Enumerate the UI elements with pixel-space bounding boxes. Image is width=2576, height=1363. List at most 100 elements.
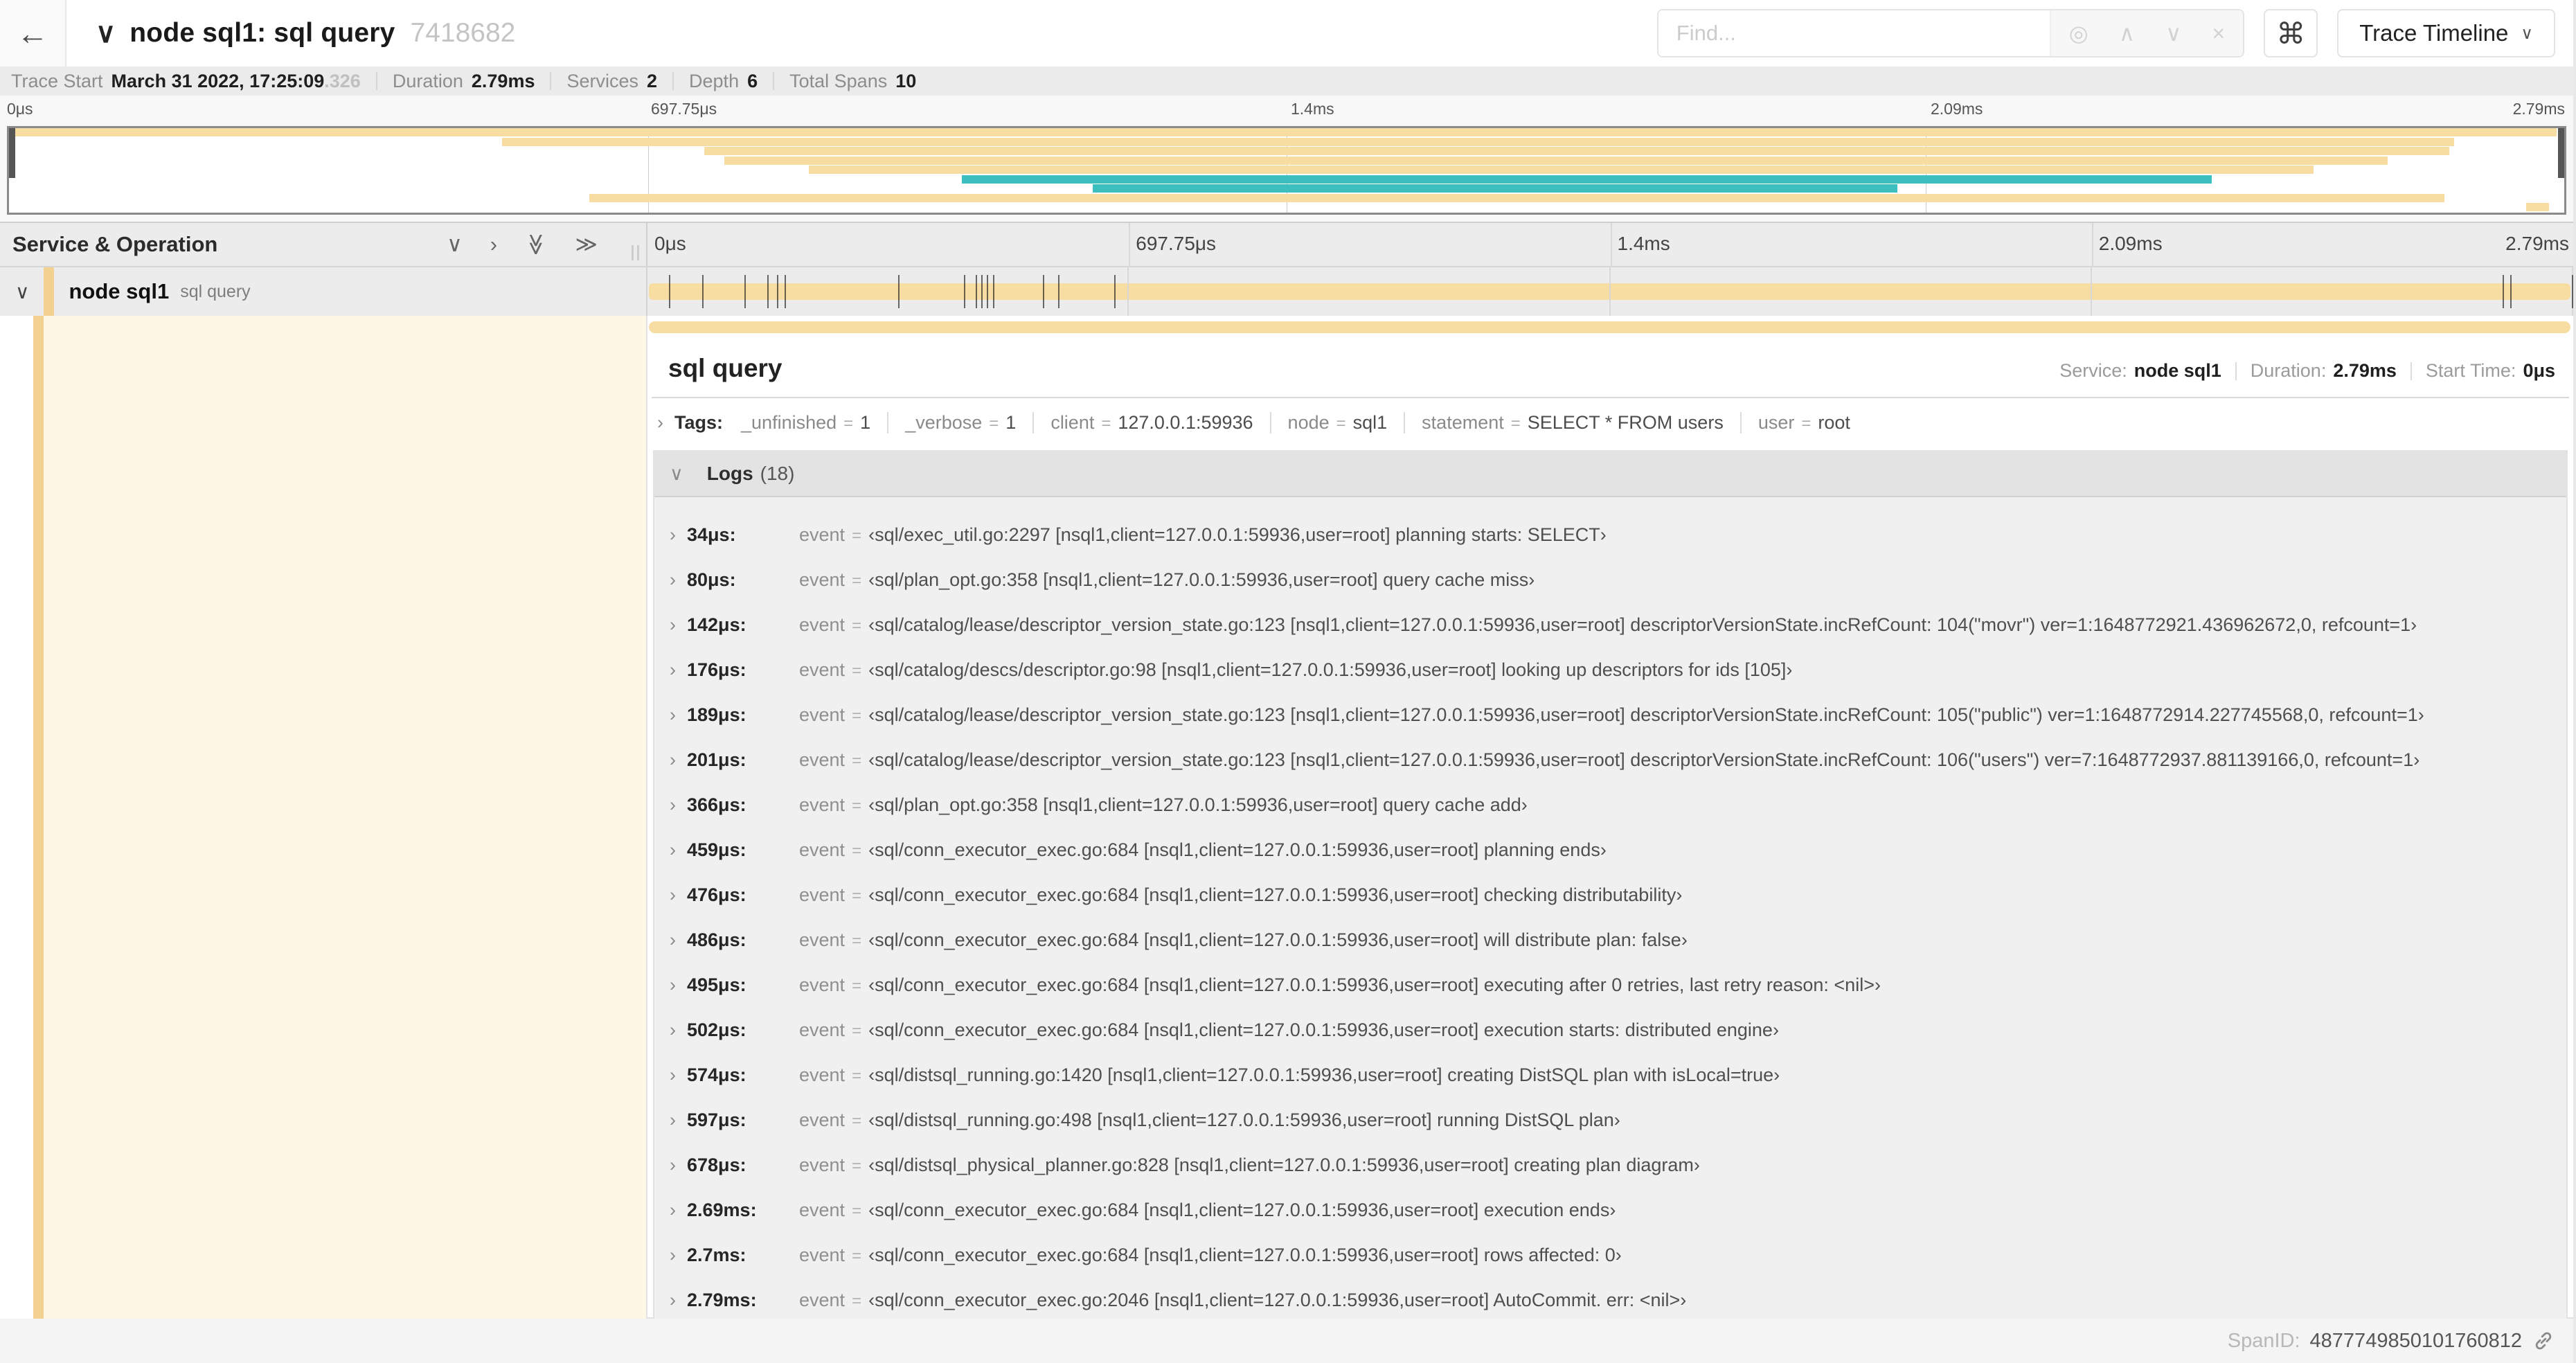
span-bar-cell[interactable] bbox=[647, 267, 2573, 316]
expand-all-icon[interactable]: ≫ bbox=[575, 232, 598, 257]
timeline-gridline bbox=[2090, 267, 2092, 316]
log-expand-icon[interactable]: › bbox=[670, 704, 676, 726]
log-expand-icon[interactable]: › bbox=[670, 839, 676, 861]
log-event-mark bbox=[701, 275, 704, 308]
log-entry-row[interactable]: › 142μs: event = ‹sql/catalog/lease/descript… bbox=[654, 603, 2566, 648]
log-expand-icon[interactable]: › bbox=[670, 794, 676, 816]
log-equals: = bbox=[852, 661, 862, 680]
minimap-left-drag-handle[interactable] bbox=[9, 128, 15, 178]
tags-row[interactable]: › Tags: _unfinished = 1 _verbose = 1 client = 12… bbox=[647, 398, 2573, 446]
minimap-tick-label: 2.79ms bbox=[2512, 100, 2565, 118]
collapse-deep-icon[interactable]: ≫ bbox=[524, 233, 548, 256]
log-entry-row[interactable]: › 486μs: event = ‹sql/conn_executor_exec.go:… bbox=[654, 918, 2566, 963]
span-name-cell[interactable]: ∨ node sql1 sql query bbox=[0, 267, 647, 316]
log-entry-row[interactable]: › 80μs: event = ‹sql/plan_opt.go:358 [nsql1,… bbox=[654, 558, 2566, 603]
log-entry-row[interactable]: › 201μs: event = ‹sql/catalog/lease/descript… bbox=[654, 738, 2566, 783]
tag-key: _verbose bbox=[905, 412, 983, 433]
log-equals: = bbox=[852, 977, 862, 995]
log-expand-icon[interactable]: › bbox=[670, 524, 676, 546]
expand-one-icon[interactable]: › bbox=[490, 232, 497, 257]
timeline-minimap: 0μs 697.75μs 1.4ms 2.09ms 2.79ms bbox=[0, 96, 2573, 222]
log-value: ‹sql/plan_opt.go:358 [nsql1,client=127.0… bbox=[868, 794, 1528, 815]
keyboard-shortcuts-button[interactable]: ⌘ bbox=[2264, 9, 2318, 57]
log-expand-icon[interactable]: › bbox=[670, 974, 676, 996]
tag-value: 127.0.0.1:59936 bbox=[1118, 412, 1253, 433]
timeline-gridline bbox=[1609, 267, 1611, 316]
log-event-mark bbox=[1042, 275, 1044, 308]
trace-view-selector[interactable]: Trace Timeline ∨ bbox=[2337, 9, 2555, 57]
log-entry-row[interactable]: › 678μs: event = ‹sql/distsql_physical_plann… bbox=[654, 1143, 2566, 1188]
timeline-tick-label: 2.79ms bbox=[2505, 233, 2569, 254]
logs-header[interactable]: ∨ Logs (18) bbox=[654, 452, 2566, 497]
log-field-name: event bbox=[799, 569, 846, 590]
log-expand-icon[interactable]: › bbox=[670, 1019, 676, 1041]
logs-block: ∨ Logs (18) › 34μs: event = ‹sql/exec_util.g… bbox=[653, 450, 2568, 1363]
find-input[interactable] bbox=[1658, 10, 2050, 56]
timeline-tick-label: 2.09ms bbox=[2098, 233, 2163, 254]
log-expand-icon[interactable]: › bbox=[670, 1064, 676, 1086]
log-expand-icon[interactable]: › bbox=[670, 659, 676, 681]
log-entry-row[interactable]: › 189μs: event = ‹sql/catalog/lease/descript… bbox=[654, 693, 2566, 738]
span-collapse-icon[interactable]: ∨ bbox=[15, 280, 30, 303]
log-equals: = bbox=[852, 932, 862, 950]
log-entry-row[interactable]: › 176μs: event = ‹sql/catalog/descs/descript… bbox=[654, 648, 2566, 693]
minimap-tick-label: 0μs bbox=[7, 100, 33, 118]
back-button[interactable]: ← bbox=[0, 0, 66, 66]
log-expand-icon[interactable]: › bbox=[670, 884, 676, 906]
trace-collapse-icon[interactable]: ∨ bbox=[96, 17, 116, 49]
prev-result-icon[interactable]: ∧ bbox=[2119, 20, 2135, 46]
log-entry-row[interactable]: › 2.7ms: event = ‹sql/conn_executor_exec.go:… bbox=[654, 1233, 2566, 1278]
log-entry-row[interactable]: › 34μs: event = ‹sql/exec_util.go:2297 [nsql… bbox=[654, 513, 2566, 558]
log-field-name: event bbox=[799, 839, 846, 860]
column-resizer-grip[interactable] bbox=[632, 245, 639, 260]
log-expand-icon[interactable]: › bbox=[670, 749, 676, 771]
log-entry-row[interactable]: › 2.69ms: event = ‹sql/conn_executor_exec.go… bbox=[654, 1188, 2566, 1233]
tag-key: client bbox=[1050, 412, 1095, 433]
log-entry-row[interactable]: › 366μs: event = ‹sql/plan_opt.go:358 [nsql1… bbox=[654, 783, 2566, 828]
log-expand-icon[interactable]: › bbox=[670, 569, 676, 591]
log-expand-icon[interactable]: › bbox=[670, 1110, 676, 1131]
summary-value: March 31 2022, 17:25:09 bbox=[111, 70, 325, 91]
log-entry-row[interactable]: › 502μs: event = ‹sql/conn_executor_exec.go:… bbox=[654, 1008, 2566, 1053]
log-expand-icon[interactable]: › bbox=[670, 1200, 676, 1221]
meta-divider bbox=[2235, 362, 2237, 380]
log-expand-icon[interactable]: › bbox=[670, 1155, 676, 1176]
locate-icon[interactable]: ◎ bbox=[2069, 20, 2088, 46]
log-expand-icon[interactable]: › bbox=[670, 929, 676, 951]
next-result-icon[interactable]: ∨ bbox=[2165, 20, 2181, 46]
tag-item: user = root bbox=[1739, 412, 1867, 434]
chevron-down-icon: ∨ bbox=[2521, 24, 2533, 43]
log-timestamp: 2.69ms: bbox=[687, 1200, 757, 1220]
log-entry-row[interactable]: › 459μs: event = ‹sql/conn_executor_exec.go:… bbox=[654, 828, 2566, 873]
detail-meta: Service: node sql1 Duration: 2.79ms Star… bbox=[2059, 360, 2555, 382]
log-expand-icon[interactable]: › bbox=[670, 614, 676, 636]
log-equals: = bbox=[852, 796, 862, 815]
minimap-right-drag-handle[interactable] bbox=[2558, 128, 2564, 178]
log-event-mark bbox=[987, 275, 989, 308]
tag-value: root bbox=[1818, 412, 1850, 433]
link-icon[interactable] bbox=[2532, 1329, 2555, 1353]
log-event-mark bbox=[2502, 275, 2504, 308]
tags-expand-icon[interactable]: › bbox=[657, 412, 663, 434]
clear-search-icon[interactable]: × bbox=[2212, 21, 2226, 46]
collapse-all-icon[interactable]: ∨ bbox=[447, 232, 463, 257]
minimap-canvas[interactable] bbox=[7, 126, 2566, 215]
log-entry-row[interactable]: › 597μs: event = ‹sql/distsql_running.go:498… bbox=[654, 1098, 2566, 1143]
summary-label: Services bbox=[566, 70, 638, 91]
log-event-mark bbox=[1113, 275, 1116, 308]
log-expand-icon[interactable]: › bbox=[670, 1290, 676, 1311]
log-field-name: event bbox=[799, 1110, 846, 1130]
minimap-span-bar bbox=[724, 156, 2388, 165]
tags-list: _unfinished = 1 _verbose = 1 client = 127.0.0.1:… bbox=[738, 412, 1867, 434]
duration-value: 2.79ms bbox=[2333, 360, 2397, 381]
logs-collapse-icon[interactable]: ∨ bbox=[670, 463, 683, 485]
log-field-name: event bbox=[799, 524, 846, 545]
log-equals: = bbox=[852, 751, 862, 770]
log-timestamp: 142μs: bbox=[687, 614, 746, 635]
log-entry-row[interactable]: › 476μs: event = ‹sql/conn_executor_exec.go:… bbox=[654, 873, 2566, 918]
log-expand-icon[interactable]: › bbox=[670, 1245, 676, 1266]
log-entry-row[interactable]: › 574μs: event = ‹sql/distsql_running.go:142… bbox=[654, 1053, 2566, 1098]
log-entry-row[interactable]: › 495μs: event = ‹sql/conn_executor_exec.go:… bbox=[654, 963, 2566, 1008]
log-equals: = bbox=[852, 841, 862, 860]
log-entry-row[interactable]: › 2.79ms: event = ‹sql/conn_executor_exec.go… bbox=[654, 1278, 2566, 1323]
